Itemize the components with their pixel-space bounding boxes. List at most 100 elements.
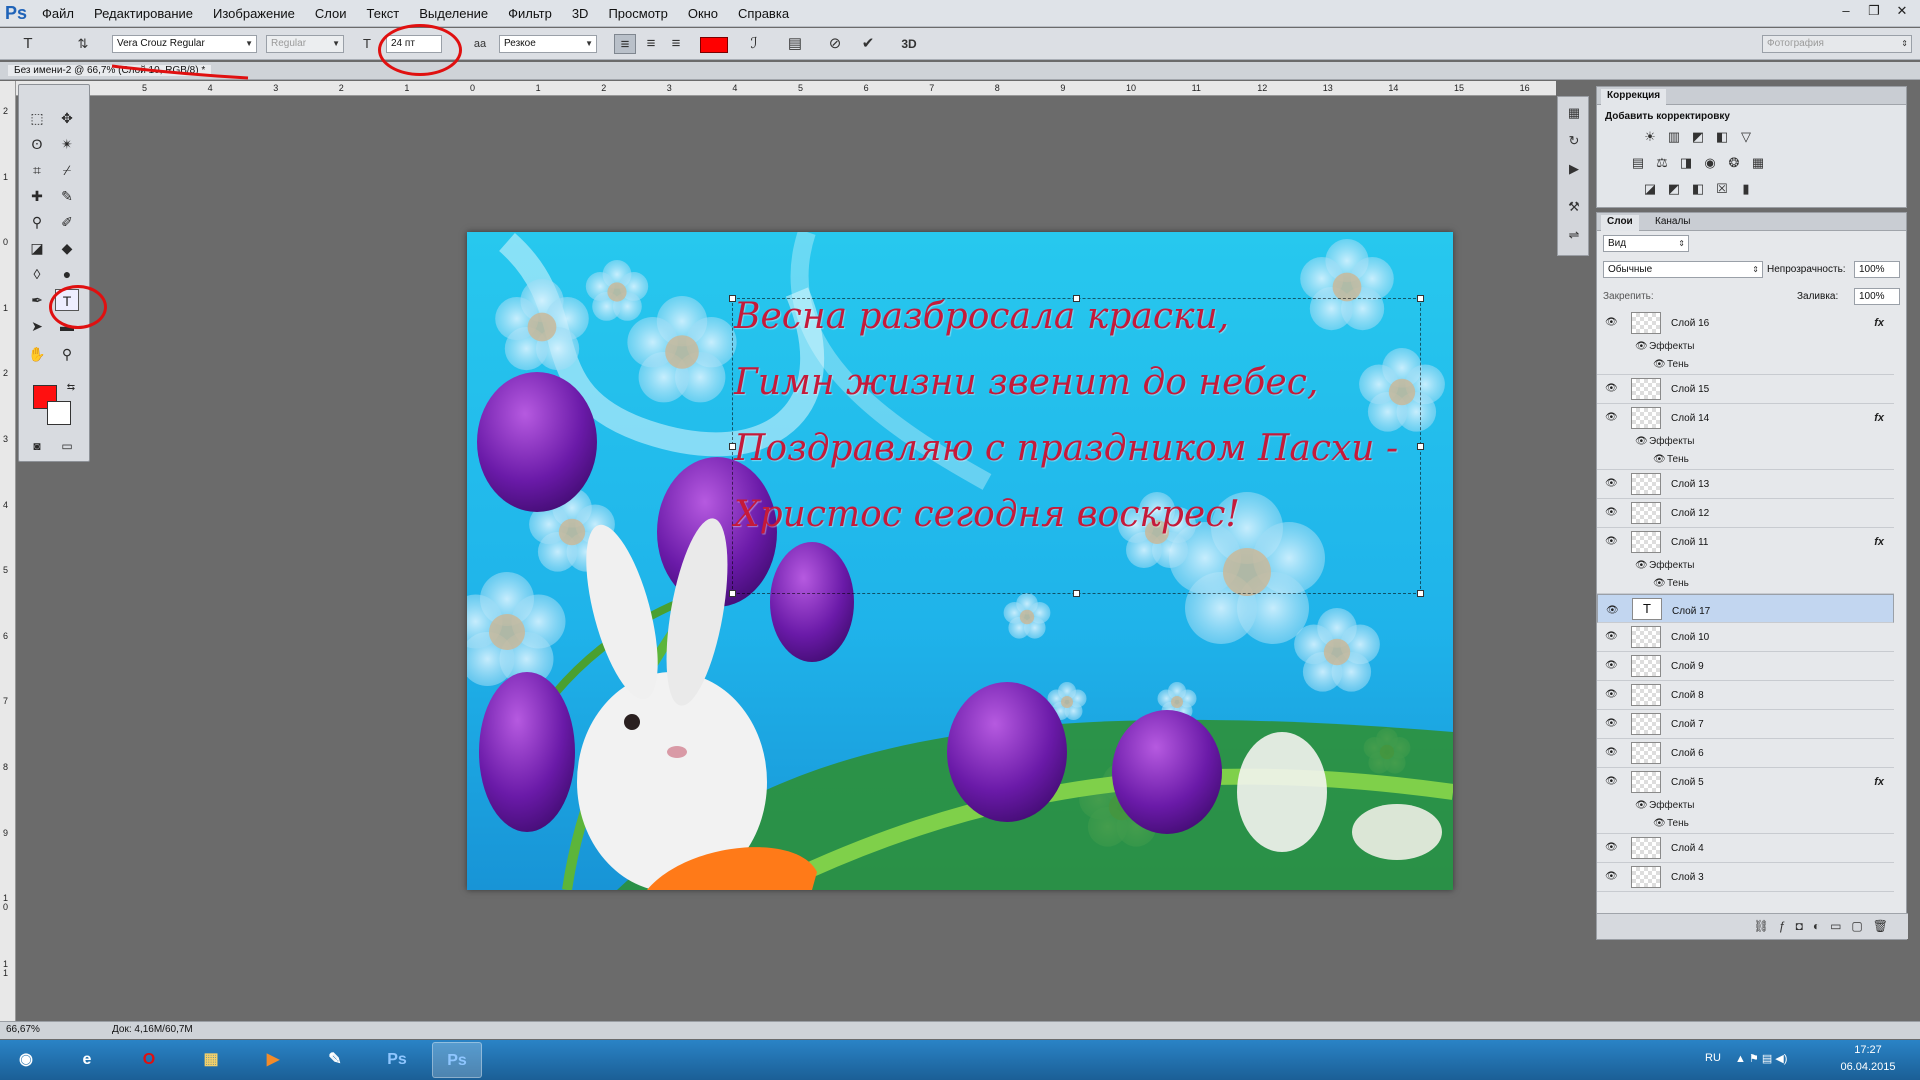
- visibility-eye-icon[interactable]: 👁: [1605, 536, 1618, 547]
- visibility-eye-icon[interactable]: 👁: [1605, 747, 1618, 758]
- visibility-eye-icon[interactable]: 👁: [1605, 689, 1618, 700]
- shadow-eye-icon[interactable]: 👁: [1653, 359, 1666, 370]
- menu-item[interactable]: 3D: [562, 0, 599, 27]
- dodge-tool-icon[interactable]: ●: [55, 263, 79, 285]
- explorer-taskbar-icon[interactable]: ▦: [186, 1042, 236, 1078]
- brush-tool-icon[interactable]: ✎: [55, 185, 79, 207]
- photoshop-taskbar-2[interactable]: Ps: [432, 1042, 482, 1078]
- menu-item[interactable]: Выделение: [409, 0, 498, 27]
- layer-row[interactable]: 👁 Слой 4: [1597, 834, 1894, 863]
- layer-name[interactable]: Слой 15: [1671, 384, 1709, 395]
- font-family-select[interactable]: Vera Crouz Regular ▼: [112, 35, 257, 53]
- brightness-icon[interactable]: ☀: [1641, 129, 1659, 145]
- layer-name[interactable]: Слой 16: [1671, 318, 1709, 329]
- bbox-handle[interactable]: [1417, 295, 1424, 302]
- layer-name[interactable]: Слой 13: [1671, 479, 1709, 490]
- marquee-tool-icon[interactable]: ⬚: [25, 107, 49, 129]
- color-lookup-icon[interactable]: ▦: [1749, 155, 1767, 171]
- layer-row[interactable]: 👁 Слой 15: [1597, 375, 1894, 404]
- visibility-eye-icon[interactable]: 👁: [1605, 660, 1618, 671]
- layer-row[interactable]: 👁 T Слой 17: [1597, 594, 1894, 623]
- black-white-icon[interactable]: ◨: [1677, 155, 1695, 171]
- tool-presets-icon[interactable]: ⚒: [1564, 197, 1584, 217]
- menu-item[interactable]: Файл: [32, 0, 84, 27]
- fill-input[interactable]: 100%: [1854, 288, 1900, 305]
- tab-adjustments[interactable]: Коррекция: [1601, 89, 1667, 105]
- visibility-eye-icon[interactable]: 👁: [1606, 603, 1619, 619]
- layer-name[interactable]: Слой 7: [1671, 719, 1704, 730]
- tray-icons[interactable]: ▲ ⚑ ▤ ◀): [1735, 1052, 1787, 1065]
- text-orientation-icon[interactable]: ⇅: [72, 34, 94, 54]
- tab-layers[interactable]: Слои: [1601, 215, 1639, 231]
- antialias-select[interactable]: Резкое ▼: [499, 35, 597, 53]
- history-brush-icon[interactable]: ✐: [55, 211, 79, 233]
- eyedropper-icon[interactable]: ⌿: [55, 159, 79, 181]
- photoshop-taskbar-1[interactable]: Ps: [372, 1042, 422, 1078]
- swap-colors-icon[interactable]: ⇆: [59, 377, 83, 399]
- hand-tool-icon[interactable]: ✋: [25, 343, 49, 365]
- layer-name[interactable]: Слой 6: [1671, 748, 1704, 759]
- doc-size[interactable]: Док: 4,16M/60,7M: [112, 1024, 193, 1035]
- opacity-input[interactable]: 100%: [1854, 261, 1900, 278]
- 3d-button[interactable]: 3D: [896, 34, 922, 54]
- close-icon[interactable]: ✕: [1888, 0, 1916, 22]
- layer-name[interactable]: Слой 8: [1671, 690, 1704, 701]
- crop-tool-icon[interactable]: ⌗: [25, 159, 49, 181]
- visibility-eye-icon[interactable]: 👁: [1605, 871, 1618, 882]
- effects-eye-icon[interactable]: 👁: [1635, 436, 1648, 447]
- path-selection-icon[interactable]: ➤: [25, 315, 49, 337]
- visibility-eye-icon[interactable]: 👁: [1605, 383, 1618, 394]
- layer-row[interactable]: 👁 Слой 9: [1597, 652, 1894, 681]
- commit-edits-icon[interactable]: ✔: [857, 34, 879, 54]
- effects-label[interactable]: Эффекты: [1649, 800, 1694, 811]
- visibility-eye-icon[interactable]: 👁: [1605, 478, 1618, 489]
- zoom-level[interactable]: 66,67%: [6, 1024, 40, 1035]
- effects-label[interactable]: Эффекты: [1649, 436, 1694, 447]
- menu-item[interactable]: Фильтр: [498, 0, 562, 27]
- pen-tool-icon[interactable]: ✒: [25, 289, 49, 311]
- effects-label[interactable]: Эффекты: [1649, 341, 1694, 352]
- language-indicator[interactable]: RU: [1705, 1052, 1721, 1064]
- layers-footer-icons[interactable]: ⛓ƒ◘◐▭▢🗑: [1597, 913, 1908, 939]
- layer-fx-icon[interactable]: fx: [1874, 776, 1884, 788]
- quick-mask-icon[interactable]: ◙: [25, 435, 49, 457]
- invert-icon[interactable]: ◪: [1641, 181, 1659, 197]
- layer-filter-select[interactable]: Вид ⇕: [1603, 235, 1689, 252]
- menu-item[interactable]: Просмотр: [598, 0, 677, 27]
- shadow-effect-label[interactable]: Тень: [1667, 359, 1689, 370]
- clock-time[interactable]: 17:27: [1838, 1044, 1898, 1056]
- zoom-tool-icon[interactable]: ⚲: [55, 343, 79, 365]
- shadow-effect-label[interactable]: Тень: [1667, 454, 1689, 465]
- align-right-icon[interactable]: ≡: [665, 34, 687, 54]
- bbox-handle[interactable]: [1417, 443, 1424, 450]
- media-player-taskbar-icon[interactable]: ▶: [248, 1042, 298, 1078]
- bbox-handle[interactable]: [729, 295, 736, 302]
- layer-name[interactable]: Слой 14: [1671, 413, 1709, 424]
- menu-item[interactable]: Изображение: [203, 0, 305, 27]
- layer-fx-icon[interactable]: fx: [1874, 317, 1884, 329]
- text-color-swatch[interactable]: [700, 37, 728, 53]
- layer-fx-icon[interactable]: fx: [1874, 536, 1884, 548]
- layer-row[interactable]: 👁 Слой 3: [1597, 863, 1894, 892]
- visibility-eye-icon[interactable]: 👁: [1605, 631, 1618, 642]
- background-color[interactable]: [47, 401, 71, 425]
- font-style-select[interactable]: Regular ▼: [266, 35, 344, 53]
- blur-tool-icon[interactable]: ◊: [25, 263, 49, 285]
- warp-text-icon[interactable]: ℐ: [743, 34, 765, 54]
- photo-filter-icon[interactable]: ◉: [1701, 155, 1719, 171]
- cancel-edits-icon[interactable]: ⊘: [824, 34, 846, 54]
- healing-brush-icon[interactable]: ✚: [25, 185, 49, 207]
- shadow-eye-icon[interactable]: 👁: [1653, 818, 1666, 829]
- effects-eye-icon[interactable]: 👁: [1635, 341, 1648, 352]
- visibility-eye-icon[interactable]: 👁: [1605, 317, 1618, 328]
- hue-saturation-icon[interactable]: ▤: [1629, 155, 1647, 171]
- start-button-icon[interactable]: ◉: [2, 1042, 50, 1078]
- align-left-icon[interactable]: ≡: [614, 34, 636, 54]
- layer-name[interactable]: Слой 9: [1671, 661, 1704, 672]
- effects-label[interactable]: Эффекты: [1649, 560, 1694, 571]
- layer-name[interactable]: Слой 4: [1671, 843, 1704, 854]
- adjustments-sliders-icon[interactable]: ⇌: [1564, 225, 1584, 245]
- visibility-eye-icon[interactable]: 👁: [1605, 507, 1618, 518]
- levels-icon[interactable]: ▥: [1665, 129, 1683, 145]
- history-panel-icon[interactable]: ▦: [1564, 103, 1584, 123]
